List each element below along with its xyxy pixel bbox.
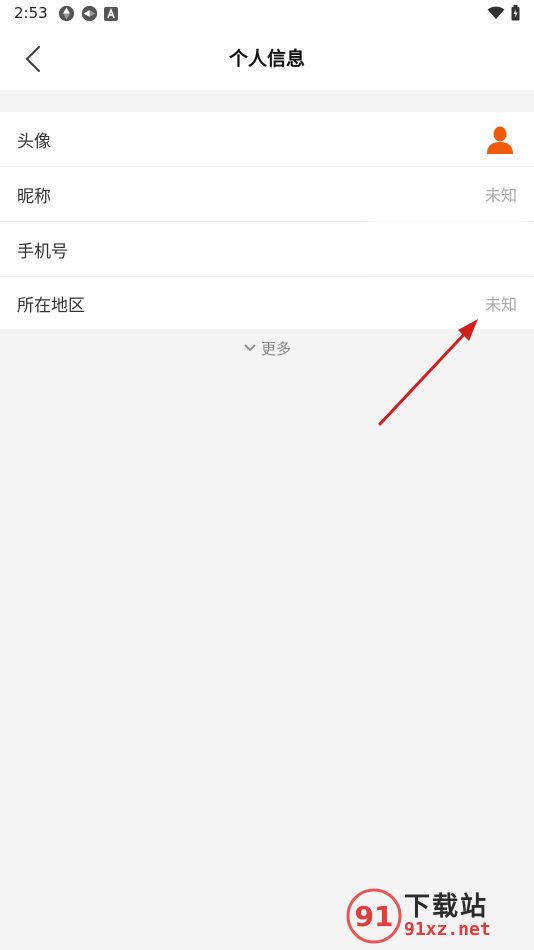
wifi-icon xyxy=(487,6,505,19)
row-avatar[interactable]: 头像 xyxy=(0,112,534,167)
status-icons-left xyxy=(58,5,118,22)
redaction-blur xyxy=(370,218,520,274)
status-icons-right xyxy=(487,5,520,21)
annotation-arrow-icon xyxy=(378,319,478,426)
page-title: 个人信息 xyxy=(228,48,305,70)
avatar-icon xyxy=(487,126,513,154)
status-bar: 2:53 xyxy=(0,0,534,28)
battery-icon xyxy=(511,5,520,21)
chevron-down-icon xyxy=(244,344,256,352)
row-label: 昵称 xyxy=(17,186,51,207)
watermark-logo-icon: 91 xyxy=(346,888,402,944)
app-bar: 个人信息 xyxy=(0,28,534,90)
aperture-icon xyxy=(58,5,75,22)
watermark: 91 下载站 91xz.net xyxy=(346,886,526,946)
watermark-logo-text: 91 xyxy=(355,900,394,933)
watermark-url: 91xz.net xyxy=(404,919,491,940)
aperture-icon xyxy=(81,5,98,22)
row-label: 所在地区 xyxy=(17,295,85,316)
row-nickname[interactable]: 昵称 未知 xyxy=(0,167,534,222)
row-value: 未知 xyxy=(484,186,517,205)
more-label: 更多 xyxy=(260,339,291,358)
row-label: 手机号 xyxy=(17,241,68,262)
watermark-title: 下载站 xyxy=(404,892,489,922)
status-time: 2:53 xyxy=(14,4,48,22)
row-label: 头像 xyxy=(17,131,51,152)
a-badge-icon xyxy=(104,6,118,21)
